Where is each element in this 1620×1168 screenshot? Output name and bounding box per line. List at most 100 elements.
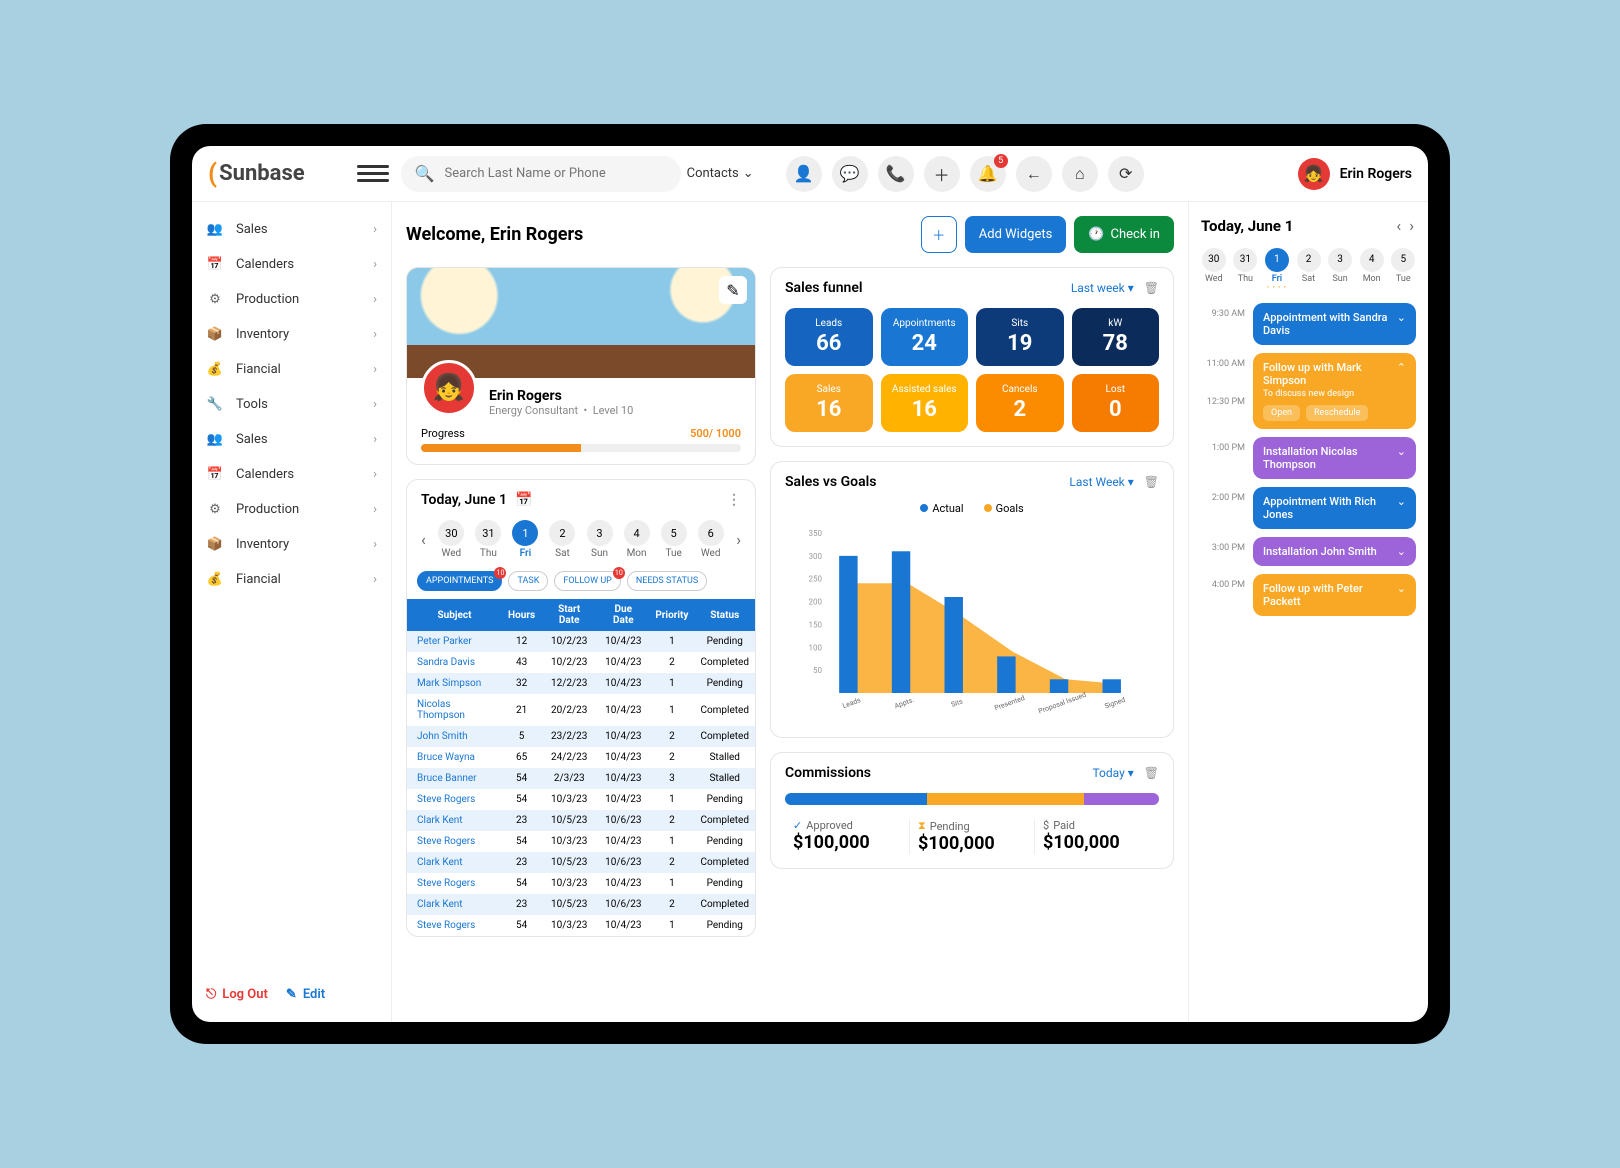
person-icon[interactable]: 👤	[786, 156, 822, 192]
sidebar-item[interactable]: ⚙Production›	[192, 492, 391, 527]
sidebar-item[interactable]: 👥Sales›	[192, 212, 391, 247]
funnel-range-dropdown[interactable]: Last week ▾	[1071, 281, 1134, 295]
chevron-right-icon: ›	[373, 502, 377, 517]
filter-pill[interactable]: NEEDS STATUS	[627, 571, 707, 591]
chevron-right-icon: ›	[373, 222, 377, 237]
day-chip[interactable]: 30Wed	[436, 520, 467, 559]
nav-icon: 📦	[206, 327, 224, 342]
refresh-icon[interactable]: ⟳	[1108, 156, 1144, 192]
trash-icon[interactable]: 🗑	[1144, 281, 1159, 295]
user-menu[interactable]: 👧 Erin Rogers	[1298, 158, 1412, 190]
trash-icon[interactable]: 🗑	[1144, 766, 1159, 780]
event-card[interactable]: Follow up with Mark SimpsonTo discuss ne…	[1253, 353, 1416, 429]
sidebar-item[interactable]: 📦Inventory›	[192, 527, 391, 562]
side-day-chip[interactable]: 5Tue	[1390, 247, 1416, 291]
table-row[interactable]: Clark Kent2310/5/2310/6/232Completed	[407, 894, 755, 915]
logout-button[interactable]: ⎋Log Out	[206, 987, 268, 1002]
check-in-button[interactable]: 🕐Check in	[1074, 216, 1174, 253]
nav-icon: 👥	[206, 222, 224, 237]
search-input[interactable]	[445, 166, 667, 181]
table-row[interactable]: Sandra Davis4310/2/2310/4/232Completed	[407, 652, 755, 673]
event-row: 9:30 AMAppointment with Sandra Davis⌄	[1201, 303, 1416, 345]
plus-icon[interactable]: ＋	[924, 156, 960, 192]
chevron-icon[interactable]: ⌃	[1397, 361, 1406, 374]
side-day-chip[interactable]: 3Sun	[1327, 247, 1353, 291]
sidebar-item[interactable]: 📅Calenders›	[192, 457, 391, 492]
edit-hero-button[interactable]: ✎	[719, 276, 747, 304]
event-card[interactable]: Installation Nicolas Thompson⌄	[1253, 437, 1416, 479]
phone-icon[interactable]: 📞	[878, 156, 914, 192]
trash-icon[interactable]: 🗑	[1144, 475, 1159, 489]
search-filter-dropdown[interactable]: Contacts ⌄	[687, 166, 754, 181]
table-row[interactable]: Nicolas Thompson2120/2/2310/4/231Complet…	[407, 694, 755, 726]
table-row[interactable]: Steve Rogers5410/3/2310/4/231Pending	[407, 789, 755, 810]
agenda-prev[interactable]: ‹	[1394, 214, 1403, 237]
nav-icon: 💰	[206, 572, 224, 587]
add-button[interactable]: ＋	[921, 216, 957, 253]
chevron-right-icon: ›	[373, 467, 377, 482]
chevron-icon[interactable]: ⌄	[1397, 445, 1406, 458]
chart-range-dropdown[interactable]: Last Week ▾	[1069, 475, 1133, 489]
calendar-icon[interactable]: 📅	[515, 492, 532, 508]
funnel-tile: Appointments24	[881, 308, 969, 366]
side-day-chip[interactable]: 4Mon	[1359, 247, 1385, 291]
edit-button[interactable]: ✎Edit	[286, 987, 325, 1002]
day-chip[interactable]: 31Thu	[473, 520, 504, 559]
sidebar-item[interactable]: 💰Fiancial›	[192, 562, 391, 597]
table-row[interactable]: Steve Rogers5410/3/2310/4/231Pending	[407, 831, 755, 852]
side-day-chip[interactable]: 1Fri• • • •	[1264, 247, 1290, 291]
event-card[interactable]: Appointment with Sandra Davis⌄	[1253, 303, 1416, 345]
topbar: (Sunbase 🔍 Contacts ⌄ 👤 💬 📞 ＋ 🔔5 ← ⌂ ⟳ 👧…	[192, 146, 1428, 202]
event-action-button[interactable]: Open	[1263, 405, 1300, 421]
table-row[interactable]: Steve Rogers5410/3/2310/4/231Pending	[407, 915, 755, 936]
day-chip[interactable]: 2Sat	[547, 520, 578, 559]
today-title: Today, June 1	[421, 492, 507, 508]
sidebar-item[interactable]: ⚙Production›	[192, 282, 391, 317]
more-icon[interactable]: ⋮	[727, 492, 741, 508]
event-action-button[interactable]: Reschedule	[1306, 405, 1368, 421]
sidebar-item[interactable]: 📦Inventory›	[192, 317, 391, 352]
table-row[interactable]: John Smith523/2/2310/4/232Completed	[407, 726, 755, 747]
sidebar-item[interactable]: 💰Fiancial›	[192, 352, 391, 387]
table-row[interactable]: Peter Parker1210/2/2310/4/231Pending	[407, 631, 755, 652]
table-row[interactable]: Clark Kent2310/5/2310/6/232Completed	[407, 810, 755, 831]
table-row[interactable]: Steve Rogers5410/3/2310/4/231Pending	[407, 873, 755, 894]
next-day-button[interactable]: ›	[732, 526, 745, 553]
bell-icon[interactable]: 🔔5	[970, 156, 1006, 192]
commissions-range-dropdown[interactable]: Today ▾	[1092, 766, 1133, 780]
chevron-right-icon: ›	[373, 327, 377, 342]
home-icon[interactable]: ⌂	[1062, 156, 1098, 192]
table-row[interactable]: Mark Simpson3212/2/2310/4/231Pending	[407, 673, 755, 694]
day-chip[interactable]: 4Mon	[621, 520, 652, 559]
side-day-chip[interactable]: 30Wed	[1201, 247, 1227, 291]
day-chip[interactable]: 6Wed	[695, 520, 726, 559]
sidebar-item[interactable]: 🔧Tools›	[192, 387, 391, 422]
day-chip[interactable]: 5Tue	[658, 520, 689, 559]
side-day-chip[interactable]: 2Sat	[1296, 247, 1322, 291]
chevron-icon[interactable]: ⌄	[1397, 582, 1406, 595]
chevron-icon[interactable]: ⌄	[1397, 311, 1406, 324]
back-icon[interactable]: ←	[1016, 156, 1052, 192]
event-card[interactable]: Appointment With Rich Jones⌄	[1253, 487, 1416, 529]
table-row[interactable]: Bruce Banner542/3/2310/4/233Stalled	[407, 768, 755, 789]
menu-toggle[interactable]	[357, 158, 389, 190]
sidebar-item[interactable]: 📅Calenders›	[192, 247, 391, 282]
event-card[interactable]: Follow up with Peter Packett⌄	[1253, 574, 1416, 616]
add-widgets-button[interactable]: Add Widgets	[965, 216, 1067, 253]
filter-pill[interactable]: FOLLOW UP10	[554, 571, 621, 591]
event-card[interactable]: Installation John Smith⌄	[1253, 537, 1416, 566]
filter-pill[interactable]: APPOINTMENTS10	[417, 571, 502, 591]
chevron-icon[interactable]: ⌄	[1397, 495, 1406, 508]
prev-day-button[interactable]: ‹	[417, 526, 430, 553]
table-row[interactable]: Clark Kent2310/5/2310/6/232Completed	[407, 852, 755, 873]
chevron-icon[interactable]: ⌄	[1397, 545, 1406, 558]
day-chip[interactable]: 3Sun	[584, 520, 615, 559]
sidebar-item[interactable]: 👥Sales›	[192, 422, 391, 457]
table-row[interactable]: Bruce Wayna6524/2/2310/4/232Stalled	[407, 747, 755, 768]
filter-pill[interactable]: TASK	[508, 571, 548, 591]
agenda-next[interactable]: ›	[1407, 214, 1416, 237]
side-day-chip[interactable]: 31Thu	[1233, 247, 1259, 291]
chat-icon[interactable]: 💬	[832, 156, 868, 192]
day-chip[interactable]: 1Fri	[510, 520, 541, 559]
agenda-panel: Today, June 1 ‹› 30Wed31Thu1Fri• • • •2S…	[1188, 202, 1428, 1022]
